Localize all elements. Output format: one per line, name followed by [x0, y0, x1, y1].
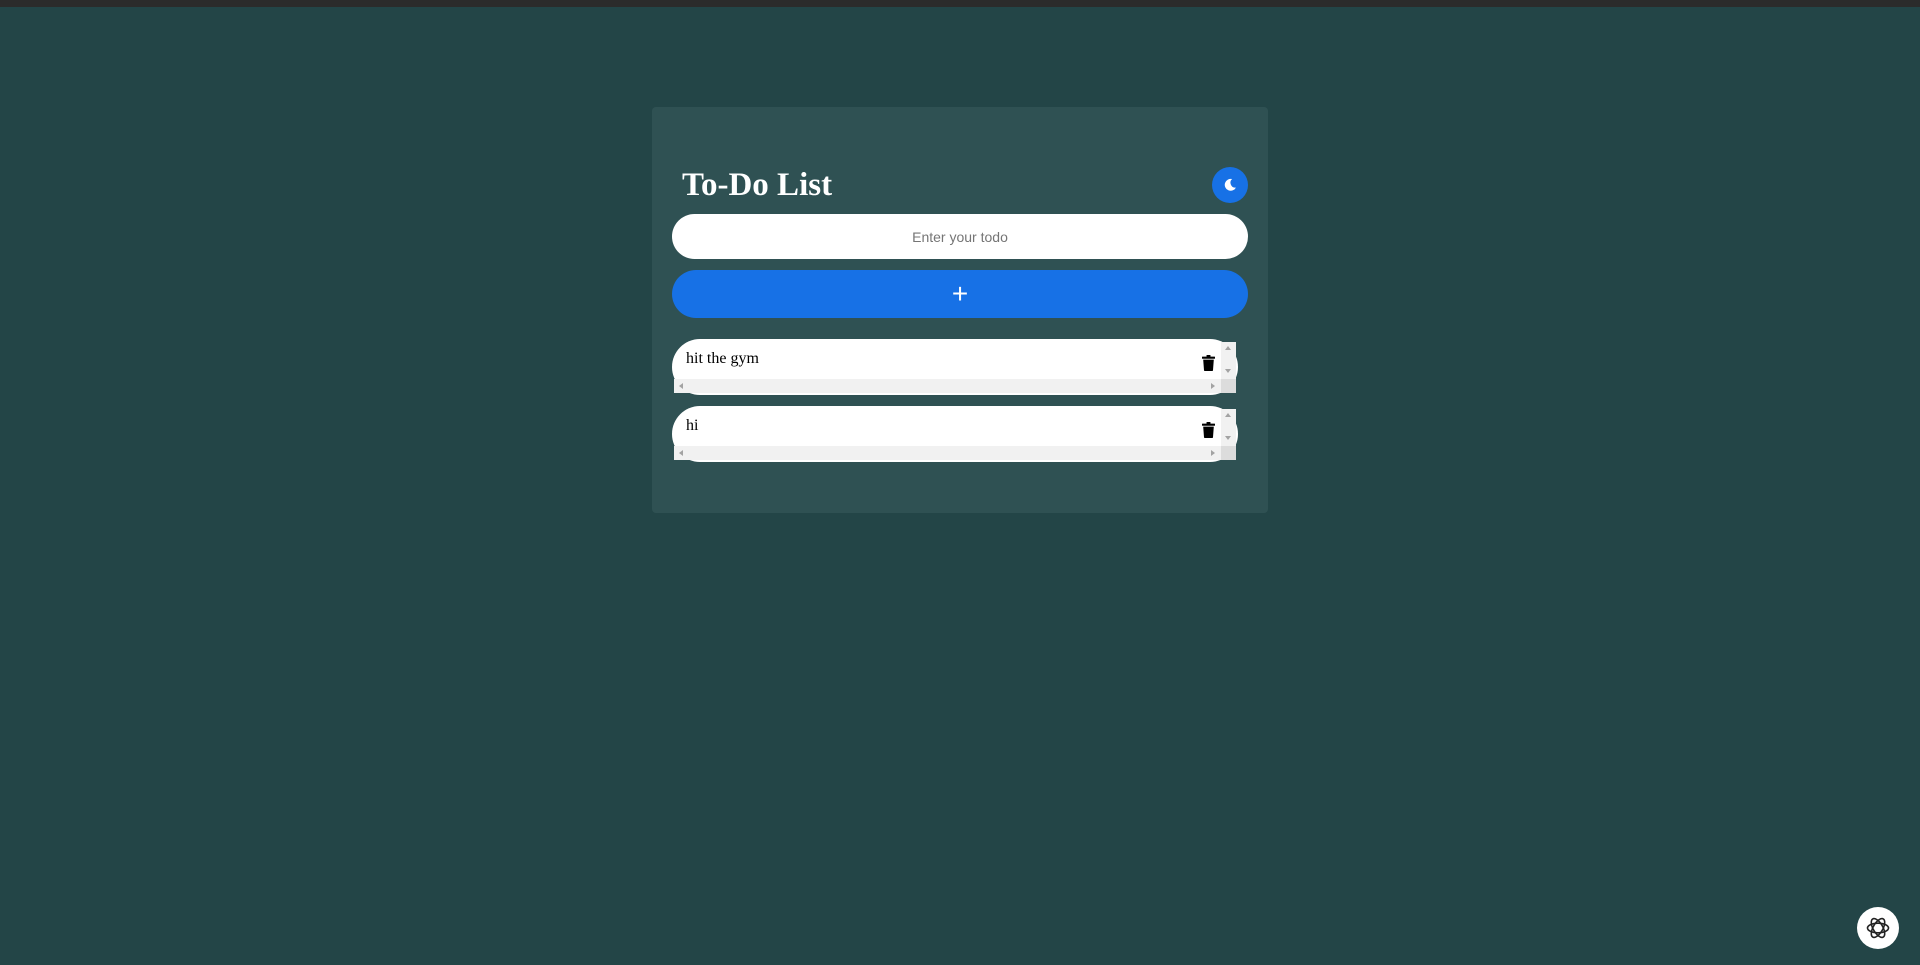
todo-input[interactable]	[672, 214, 1248, 259]
vertical-scrollbar[interactable]	[1221, 342, 1236, 380]
scrollbar-corner	[1221, 446, 1236, 460]
todo-card: To-Do List + hit the gym	[652, 107, 1268, 513]
openai-logo-icon	[1866, 917, 1890, 939]
browser-top-edge	[0, 0, 1920, 7]
moon-icon	[1224, 178, 1236, 191]
scroll-right-arrow-icon[interactable]	[1211, 382, 1215, 389]
delete-todo-button[interactable]	[1198, 418, 1218, 442]
todo-item-text: hit the gym	[686, 350, 759, 367]
scroll-left-arrow-icon[interactable]	[679, 449, 683, 456]
add-todo-button[interactable]: +	[672, 270, 1248, 318]
theme-toggle-button[interactable]	[1212, 167, 1248, 203]
trash-icon	[1201, 355, 1215, 371]
scroll-down-arrow-icon[interactable]	[1225, 369, 1231, 373]
todo-item: hit the gym	[672, 339, 1238, 395]
todo-item: hi	[672, 406, 1238, 462]
scroll-up-arrow-icon[interactable]	[1225, 413, 1231, 417]
page-title: To-Do List	[682, 167, 833, 203]
trash-icon	[1201, 422, 1215, 438]
todo-item-text: hi	[686, 417, 699, 434]
horizontal-scrollbar[interactable]	[674, 446, 1221, 460]
scroll-left-arrow-icon[interactable]	[679, 382, 683, 389]
scroll-up-arrow-icon[interactable]	[1225, 346, 1231, 350]
vertical-scrollbar[interactable]	[1221, 409, 1236, 447]
delete-todo-button[interactable]	[1198, 351, 1218, 375]
scrollbar-corner	[1221, 379, 1236, 393]
horizontal-scrollbar[interactable]	[674, 379, 1221, 393]
todo-list: hit the gym hi	[672, 339, 1252, 473]
scroll-down-arrow-icon[interactable]	[1225, 436, 1231, 440]
scroll-right-arrow-icon[interactable]	[1211, 449, 1215, 456]
assistant-button[interactable]	[1857, 907, 1899, 949]
